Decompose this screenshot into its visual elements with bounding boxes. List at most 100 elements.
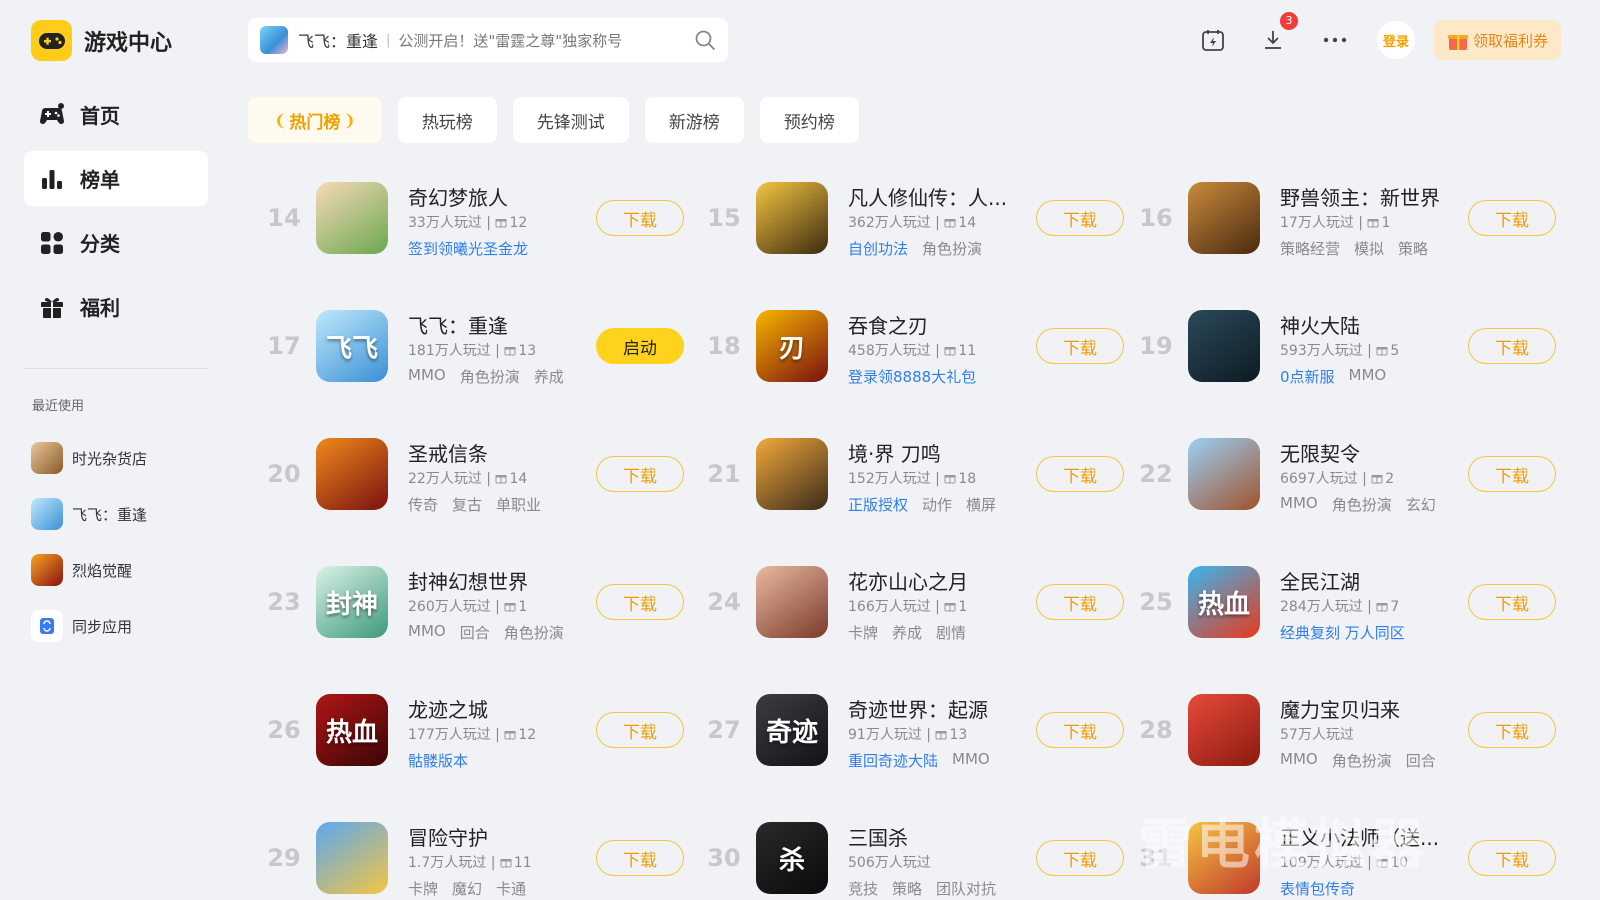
game-title[interactable]: 凡人修仙传：人... — [848, 182, 1028, 211]
download-button[interactable]: 下载 — [596, 712, 684, 748]
game-card[interactable]: 27 奇迹 奇迹世界：起源 91万人玩过 | 13 重回奇迹大陆 MMO 下载 — [702, 694, 1132, 784]
download-button[interactable]: 下载 — [1036, 584, 1124, 620]
game-title[interactable]: 三国杀 — [848, 822, 1028, 851]
recent-item[interactable]: 烈焰觉醒 — [31, 542, 147, 598]
calendar-icon[interactable] — [1200, 27, 1226, 53]
search-bar[interactable]: 飞飞：重逢 | 公测开启！送"雷霆之尊"独家称号 — [248, 18, 728, 62]
game-card[interactable]: 26 热血 龙迹之城 177万人玩过 | 12 骷髅版本 下载 — [262, 694, 692, 784]
game-icon[interactable]: 热血 — [1188, 566, 1260, 638]
download-button[interactable]: 下载 — [1036, 840, 1124, 876]
game-title[interactable]: 飞飞：重逢 — [408, 310, 588, 339]
game-icon[interactable] — [756, 438, 828, 510]
game-card[interactable]: 20 圣戒信条 22万人玩过 | 14 传奇 复古 单职业 下载 — [262, 438, 692, 528]
game-card[interactable]: 23 封神 封神幻想世界 260万人玩过 | 1 MMO 回合 角色扮演 下载 — [262, 566, 692, 656]
game-icon[interactable] — [1188, 310, 1260, 382]
download-button[interactable]: 下载 — [1036, 200, 1124, 236]
highlight-tag[interactable]: 表情包传奇 — [1280, 878, 1355, 899]
download-button[interactable]: 下载 — [1468, 584, 1556, 620]
highlight-tag[interactable]: 骷髅版本 — [408, 750, 468, 771]
tab-reservation[interactable]: 预约榜 — [759, 97, 859, 143]
game-icon[interactable]: 飞飞 — [316, 310, 388, 382]
game-title[interactable]: 封神幻想世界 — [408, 566, 588, 595]
game-title[interactable]: 龙迹之城 — [408, 694, 588, 723]
highlight-tag[interactable]: 登录领8888大礼包 — [848, 366, 976, 387]
recent-item[interactable]: 同步应用 — [31, 598, 147, 654]
download-button[interactable]: 下载 — [1468, 712, 1556, 748]
game-icon[interactable] — [1188, 822, 1260, 894]
more-icon[interactable] — [1322, 27, 1348, 53]
game-card[interactable]: 17 飞飞 飞飞：重逢 181万人玩过 | 13 MMO 角色扮演 养成 启动 — [262, 310, 692, 400]
game-icon[interactable] — [756, 566, 828, 638]
highlight-tag[interactable]: 0点新服 — [1280, 366, 1335, 387]
download-button[interactable]: 下载 — [1036, 712, 1124, 748]
download-button[interactable]: 下载 — [596, 456, 684, 492]
game-icon[interactable] — [1188, 694, 1260, 766]
sidebar-item-category[interactable]: 分类 — [24, 215, 208, 270]
brand[interactable]: 游戏中心 — [31, 20, 172, 61]
game-icon[interactable] — [316, 822, 388, 894]
download-button[interactable]: 下载 — [1468, 328, 1556, 364]
game-title[interactable]: 野兽领主：新世界 — [1280, 182, 1460, 211]
game-icon[interactable] — [756, 182, 828, 254]
highlight-tag[interactable]: 自创功法 — [848, 238, 908, 259]
game-icon[interactable] — [316, 182, 388, 254]
game-title[interactable]: 无限契令 — [1280, 438, 1460, 467]
game-title[interactable]: 奇迹世界：起源 — [848, 694, 1028, 723]
recent-item[interactable]: 飞飞：重逢 — [31, 486, 147, 542]
game-icon[interactable]: 刃 — [756, 310, 828, 382]
game-card[interactable]: 24 花亦山心之月 166万人玩过 | 1 卡牌 养成 剧情 下载 — [702, 566, 1132, 656]
game-card[interactable]: 31 正义小法师（送... 109万人玩过 | 10 表情包传奇 下载 — [1134, 822, 1564, 900]
game-title[interactable]: 魔力宝贝归来 — [1280, 694, 1460, 723]
game-title[interactable]: 正义小法师（送... — [1280, 822, 1460, 851]
game-title[interactable]: 神火大陆 — [1280, 310, 1460, 339]
game-icon[interactable] — [1188, 182, 1260, 254]
game-card[interactable]: 28 魔力宝贝归来 57万人玩过 MMO 角色扮演 回合 下载 — [1134, 694, 1564, 784]
game-icon[interactable]: 封神 — [316, 566, 388, 638]
game-title[interactable]: 奇幻梦旅人 — [408, 182, 588, 211]
game-card[interactable]: 19 神火大陆 593万人玩过 | 5 0点新服 MMO 下载 — [1134, 310, 1564, 400]
sidebar-item-welfare[interactable]: 福利 — [24, 279, 208, 334]
game-title[interactable]: 境·界 刀鸣 — [848, 438, 1028, 467]
game-title[interactable]: 全民江湖 — [1280, 566, 1460, 595]
game-icon[interactable]: 杀 — [756, 822, 828, 894]
highlight-tag[interactable]: 签到领曦光圣金龙 — [408, 238, 528, 259]
download-button[interactable]: 下载 — [596, 840, 684, 876]
game-card[interactable]: 22 无限契令 6697人玩过 | 2 MMO 角色扮演 玄幻 下载 — [1134, 438, 1564, 528]
search-icon[interactable] — [694, 29, 716, 51]
game-card[interactable]: 30 杀 三国杀 506万人玩过 竞技 策略 团队对抗 下载 — [702, 822, 1132, 900]
game-title[interactable]: 花亦山心之月 — [848, 566, 1028, 595]
tab-hot[interactable]: ❨ 热门榜 ❩ — [248, 97, 382, 143]
highlight-tag[interactable]: 正版授权 — [848, 494, 908, 515]
login-button[interactable]: 登录 — [1377, 21, 1415, 59]
recent-item[interactable]: 时光杂货店 — [31, 430, 147, 486]
download-button[interactable]: 下载 — [1036, 456, 1124, 492]
download-button[interactable]: 下载 — [1468, 456, 1556, 492]
launch-button[interactable]: 启动 — [596, 328, 684, 364]
claim-coupon-button[interactable]: 领取福利券 — [1434, 20, 1561, 60]
download-button[interactable]: 下载 — [1468, 200, 1556, 236]
download-button[interactable]: 下载 — [596, 584, 684, 620]
game-title[interactable]: 圣戒信条 — [408, 438, 588, 467]
download-button[interactable]: 下载 — [1036, 328, 1124, 364]
game-card[interactable]: 14 奇幻梦旅人 33万人玩过 | 12 签到领曦光圣金龙 下载 — [262, 182, 692, 272]
tab-hot-play[interactable]: 热玩榜 — [397, 97, 497, 143]
game-title[interactable]: 冒险守护 — [408, 822, 588, 851]
game-card[interactable]: 29 冒险守护 1.7万人玩过 | 11 卡牌 魔幻 卡通 下载 — [262, 822, 692, 900]
download-icon[interactable] — [1260, 27, 1286, 53]
game-icon[interactable]: 奇迹 — [756, 694, 828, 766]
download-button[interactable]: 下载 — [1468, 840, 1556, 876]
game-icon[interactable] — [1188, 438, 1260, 510]
sidebar-item-rankings[interactable]: 榜单 — [24, 151, 208, 206]
game-card[interactable]: 15 凡人修仙传：人... 362万人玩过 | 14 自创功法 角色扮演 下载 — [702, 182, 1132, 272]
highlight-tag[interactable]: 重回奇迹大陆 — [848, 750, 938, 771]
game-icon[interactable] — [316, 438, 388, 510]
download-button[interactable]: 下载 — [596, 200, 684, 236]
game-icon[interactable]: 热血 — [316, 694, 388, 766]
game-card[interactable]: 21 境·界 刀鸣 152万人玩过 | 18 正版授权 动作 横屏 下载 — [702, 438, 1132, 528]
tab-pioneer-test[interactable]: 先锋测试 — [512, 97, 629, 143]
game-title[interactable]: 吞食之刃 — [848, 310, 1028, 339]
game-card[interactable]: 25 热血 全民江湖 284万人玩过 | 7 经典复刻 万人同区 下载 — [1134, 566, 1564, 656]
game-card[interactable]: 16 野兽领主：新世界 17万人玩过 | 1 策略经营 模拟 策略 下载 — [1134, 182, 1564, 272]
sidebar-item-home[interactable]: 首页 — [24, 87, 208, 142]
tab-new-games[interactable]: 新游榜 — [644, 97, 744, 143]
